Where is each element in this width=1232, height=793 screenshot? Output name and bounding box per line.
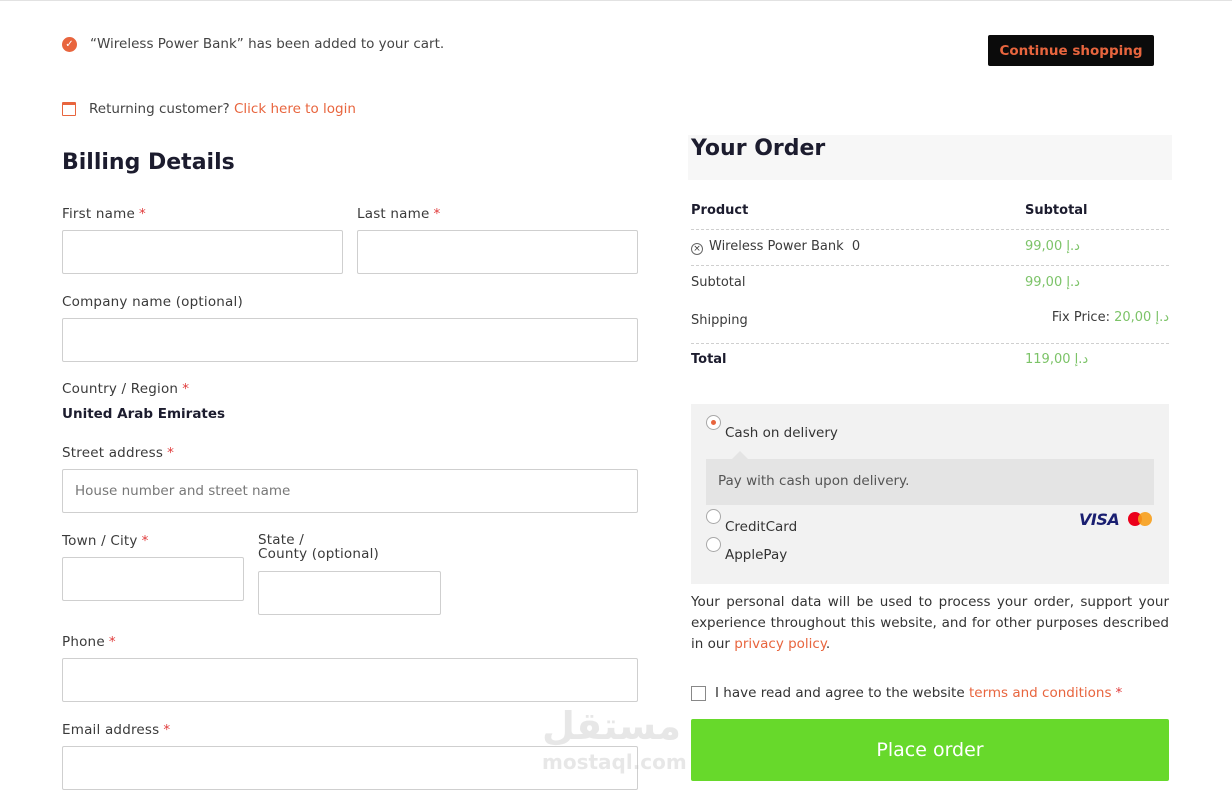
- phone-label: Phone *: [62, 634, 116, 650]
- terms-checkbox[interactable]: [691, 685, 706, 701]
- first-name-field[interactable]: [62, 230, 343, 274]
- visa-icon: VISA: [1079, 510, 1120, 529]
- last-name-label: Last name *: [357, 206, 440, 222]
- divider: [691, 229, 1169, 230]
- mastercard-icon: [1128, 512, 1152, 526]
- col-subtotal: Subtotal: [1025, 203, 1088, 218]
- payment-methods: Cash on delivery Pay with cash upon deli…: [691, 404, 1169, 584]
- company-label: Company name (optional): [62, 294, 243, 310]
- cart-notice-text: “Wireless Power Bank” has been added to …: [90, 36, 445, 52]
- returning-customer-notice: Returning customer? Click here to login: [62, 101, 356, 117]
- watermark-arabic: مستقل: [542, 704, 681, 748]
- street-label: Street address *: [62, 445, 174, 461]
- col-product: Product: [691, 203, 749, 218]
- subtotal-label: Subtotal: [691, 275, 746, 290]
- state-label-line2: County (optional): [258, 546, 380, 562]
- terms-link[interactable]: terms and conditions: [969, 685, 1112, 701]
- item-price: 99,00 د.إ: [1025, 239, 1080, 254]
- total-value: 119,00 د.إ: [1025, 352, 1089, 367]
- privacy-policy-link[interactable]: privacy policy: [734, 636, 826, 652]
- privacy-end: .: [825, 636, 831, 652]
- applepay-label[interactable]: ApplePay: [725, 547, 787, 563]
- terms-text: I have read and agree to the website: [715, 685, 965, 701]
- shipping-value: 20,00 د.إ: [1114, 310, 1169, 325]
- first-name-label-text: First name: [62, 206, 135, 222]
- terms-row: I have read and agree to the website ter…: [691, 685, 1122, 701]
- creditcard-radio[interactable]: [706, 509, 721, 524]
- phone-field[interactable]: [62, 658, 638, 702]
- privacy-text: Your personal data will be used to proce…: [691, 592, 1169, 655]
- required-mark: *: [163, 722, 171, 738]
- total-label: Total: [691, 352, 727, 367]
- last-name-field[interactable]: [357, 230, 638, 274]
- billing-title: Billing Details: [62, 150, 235, 175]
- calendar-icon: [62, 102, 76, 116]
- required-mark: *: [182, 381, 190, 397]
- first-name-label: First name *: [62, 206, 146, 222]
- login-link[interactable]: Click here to login: [234, 101, 356, 117]
- town-label-text: Town / City: [62, 533, 138, 549]
- street-address-field[interactable]: [62, 469, 638, 513]
- order-title: Your Order: [691, 136, 826, 161]
- state-label: State / County (optional): [258, 533, 379, 561]
- company-field[interactable]: [62, 318, 638, 362]
- shipping-label: Shipping: [691, 313, 748, 328]
- email-field[interactable]: [62, 746, 638, 790]
- returning-customer-text: Returning customer?: [89, 101, 230, 117]
- remove-item-icon[interactable]: ×: [691, 243, 703, 255]
- creditcard-label[interactable]: CreditCard: [725, 519, 797, 535]
- country-value: United Arab Emirates: [62, 406, 226, 422]
- country-label-text: Country / Region: [62, 381, 179, 397]
- item-qty: 0: [851, 239, 861, 254]
- item-name: Wireless Power Bank: [709, 239, 844, 254]
- state-field[interactable]: [258, 571, 441, 615]
- required-mark: *: [141, 533, 149, 549]
- last-name-label-text: Last name: [357, 206, 430, 222]
- state-label-line1: State /: [258, 532, 304, 548]
- street-label-text: Street address: [62, 445, 164, 461]
- required-mark: *: [108, 634, 116, 650]
- country-label: Country / Region *: [62, 381, 189, 397]
- cod-description: Pay with cash upon delivery.: [706, 451, 1154, 505]
- email-label: Email address *: [62, 722, 170, 738]
- cod-radio[interactable]: [706, 415, 721, 430]
- divider: [691, 343, 1169, 344]
- phone-label-text: Phone: [62, 634, 105, 650]
- top-divider: [0, 0, 1232, 1]
- town-label: Town / City *: [62, 533, 149, 549]
- applepay-radio[interactable]: [706, 537, 721, 552]
- email-label-text: Email address: [62, 722, 160, 738]
- cod-label[interactable]: Cash on delivery: [725, 425, 838, 441]
- required-mark: *: [1115, 685, 1123, 701]
- required-mark: *: [433, 206, 441, 222]
- town-field[interactable]: [62, 557, 244, 601]
- check-circle-icon: ✓: [62, 36, 77, 52]
- continue-shopping-button[interactable]: Continue shopping: [988, 35, 1154, 66]
- subtotal-value: 99,00 د.إ: [1025, 275, 1080, 290]
- shipping-method: Fix Price:: [1051, 310, 1110, 325]
- divider: [691, 265, 1169, 266]
- cart-notice: ✓ “Wireless Power Bank” has been added t…: [62, 36, 444, 52]
- place-order-button[interactable]: Place order: [691, 719, 1169, 781]
- required-mark: *: [167, 445, 175, 461]
- required-mark: *: [139, 206, 146, 222]
